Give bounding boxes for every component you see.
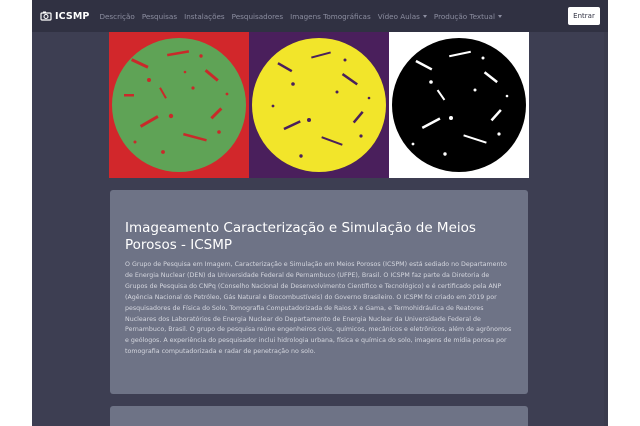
nav-item-descricao[interactable]: Descrição (99, 12, 134, 21)
nav-item-label: Pesquisas (141, 11, 178, 21)
page: ICSMP Descrição Pesquisas Instalações Pe… (32, 0, 608, 426)
logo-icon (40, 10, 52, 22)
nav-item-label: Descrição (99, 11, 135, 21)
nav-item-label: Pesquisadores (231, 11, 284, 21)
top-navbar: ICSMP Descrição Pesquisas Instalações Pe… (32, 0, 608, 32)
nav-item-label: Instalações (184, 11, 225, 21)
banner-image-red-green (109, 32, 249, 178)
tomography-image-white-black (389, 32, 529, 178)
nav-item-imagens-tomograficas[interactable]: Imagens Tomográficas (290, 12, 371, 21)
caret-down-icon (422, 14, 427, 18)
secondary-card (110, 406, 528, 426)
nav-item-pesquisas[interactable]: Pesquisas (142, 12, 177, 21)
brand[interactable]: ICSMP (40, 10, 89, 22)
page-title: Imageamento Caracterização e Simulação d… (125, 220, 476, 253)
banner-image-white-black (389, 32, 529, 178)
login-button[interactable]: Entrar (568, 7, 600, 25)
tomography-image-red-green (109, 32, 249, 178)
tomography-image-purple-yellow (249, 32, 389, 178)
tomography-banner (109, 32, 529, 178)
caret-down-icon (497, 14, 502, 18)
nav-item-label: Produção Textual (433, 11, 495, 21)
banner-image-purple-yellow (249, 32, 389, 178)
nav-item-label: Vídeo Aulas (377, 11, 420, 21)
nav-item-instalacoes[interactable]: Instalações (184, 12, 225, 21)
intro-text: O Grupo de Pesquisa em Imagem, Caracteri… (125, 261, 512, 356)
nav-item-video-aulas[interactable]: Vídeo Aulas (378, 12, 427, 21)
nav-item-pesquisadores[interactable]: Pesquisadores (232, 12, 283, 21)
intro-card: Imageamento Caracterização e Simulação d… (110, 190, 528, 394)
main-nav: Descrição Pesquisas Instalações Pesquisa… (99, 12, 509, 21)
scrollbar[interactable] (604, 32, 608, 426)
nav-item-producao-textual[interactable]: Produção Textual (434, 12, 502, 21)
nav-item-label: Imagens Tomográficas (290, 11, 371, 21)
brand-name: ICSMP (55, 10, 90, 22)
